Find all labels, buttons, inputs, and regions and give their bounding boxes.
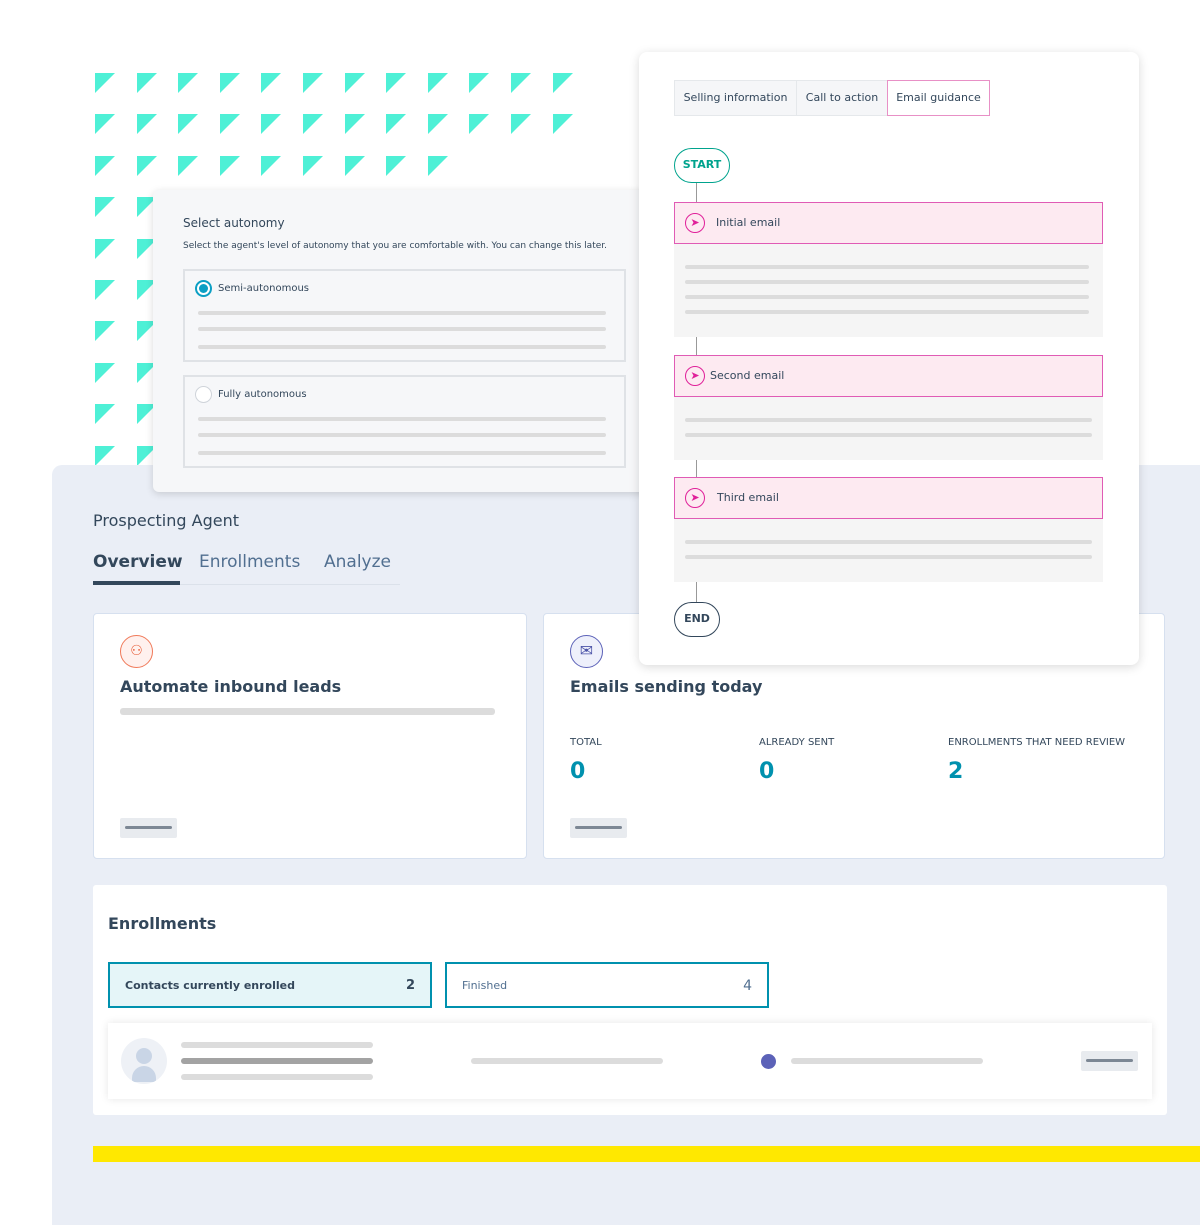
triangle-shape [552,114,573,135]
tab-email-guidance[interactable]: Email guidance [887,80,990,116]
placeholder-tag [120,818,177,838]
step-second-email[interactable]: ➤ Second email [674,355,1103,397]
tab-overview[interactable]: Overview [93,552,183,572]
step-third-email[interactable]: ➤ Third email [674,477,1103,519]
triangle-shape [136,73,157,93]
stat-value-need-review[interactable]: 2 [948,759,963,784]
triangle-shape [95,362,115,383]
triangle-shape [95,404,115,425]
triangle-shape [136,114,157,135]
triangle-shape [344,114,365,135]
tab-enrollments[interactable]: Enrollments [199,552,300,572]
active-tab-indicator [93,581,180,585]
select-autonomy-card: Select autonomy Select the agent's level… [153,190,657,492]
radio-selected[interactable] [195,280,212,297]
option-label: Fully autonomous [218,389,307,400]
filter-contacts-enrolled[interactable]: Contacts currently enrolled 2 [108,962,432,1008]
envelope-icon: ✉ [570,635,603,668]
triangle-shape [344,73,365,93]
agent-tabs: Overview Enrollments Analyze [93,552,400,585]
triangle-shape [219,155,240,176]
end-node: END [674,602,720,637]
triangle-shape [303,73,323,93]
status-dot [761,1054,776,1069]
filter-count: 4 [743,978,752,994]
enrollments-section: Enrollments Contacts currently enrolled … [93,885,1167,1115]
triangle-shape [303,155,323,176]
triangle-shape [427,114,448,135]
tab-selling-information[interactable]: Selling information [674,80,797,116]
triangle-shape [219,114,240,135]
triangle-shape [95,155,115,176]
autonomy-title: Select autonomy [183,216,285,230]
avatar [121,1038,167,1084]
placeholder-tag [570,818,627,838]
autonomy-subtitle: Select the agent's level of autonomy tha… [183,241,607,251]
filter-label: Contacts currently enrolled [125,979,295,992]
triangle-shape [427,155,448,176]
send-icon: ➤ [685,366,705,386]
triangle-shape [95,280,115,300]
triangle-shape [552,73,573,93]
triangle-shape [178,114,199,135]
triangle-shape [344,155,365,176]
card-title: Emails sending today [570,677,763,696]
triangle-shape [178,73,199,93]
step-label: Initial email [716,216,781,229]
triangle-shape [511,114,531,135]
triangle-shape [136,155,157,176]
stat-label-total: TOTAL [570,737,602,748]
triangle-shape [95,321,115,342]
filter-finished[interactable]: Finished 4 [445,962,769,1008]
section-title: Enrollments [108,914,217,933]
send-icon: ➤ [685,488,705,508]
automate-inbound-leads-card[interactable]: ⚇ Automate inbound leads [93,613,527,859]
filter-count: 2 [405,978,415,993]
triangle-shape [95,445,115,466]
stat-value-total: 0 [570,759,586,784]
step-label: Third email [717,491,779,504]
triangle-shape [95,114,115,135]
page-title: Prospecting Agent [93,511,239,530]
triangle-shape [261,73,282,93]
radio-unselected[interactable] [195,386,212,403]
option-label: Semi-autonomous [218,283,309,294]
tab-analyze[interactable]: Analyze [324,552,391,572]
triangle-shape [219,73,240,93]
triangle-shape [178,155,199,176]
tab-call-to-action[interactable]: Call to action [796,80,888,116]
triangle-shape [386,114,407,135]
triangle-shape [511,73,531,93]
stat-label-already-sent: ALREADY SENT [759,737,835,748]
triangle-shape [95,73,115,93]
stat-value-already-sent: 0 [759,759,775,784]
org-chart-icon: ⚇ [120,635,153,668]
triangle-shape [261,155,282,176]
triangle-shape [427,73,448,93]
step-label: Second email [710,369,785,382]
placeholder-tag [1081,1051,1138,1071]
send-icon: ➤ [685,213,705,233]
start-node: START [674,148,730,183]
option-semi-autonomous[interactable]: Semi-autonomous [183,269,626,362]
step-initial-email[interactable]: ➤ Initial email [674,202,1103,244]
triangle-shape [261,114,282,135]
filter-label: Finished [462,979,508,992]
option-fully-autonomous[interactable]: Fully autonomous [183,375,626,468]
highlight-bar [93,1146,1200,1162]
card-title: Automate inbound leads [120,677,342,696]
stat-label-need-review: ENROLLMENTS THAT NEED REVIEW [948,737,1126,748]
email-guidance-card: Selling information Call to action Email… [639,52,1139,665]
triangle-shape [386,73,407,93]
triangle-shape [386,155,407,176]
triangle-shape [95,197,115,218]
triangle-shape [95,238,115,259]
triangle-shape [469,114,490,135]
enrollment-row[interactable] [108,1023,1152,1099]
triangle-shape [469,73,490,93]
triangle-shape [303,114,323,135]
